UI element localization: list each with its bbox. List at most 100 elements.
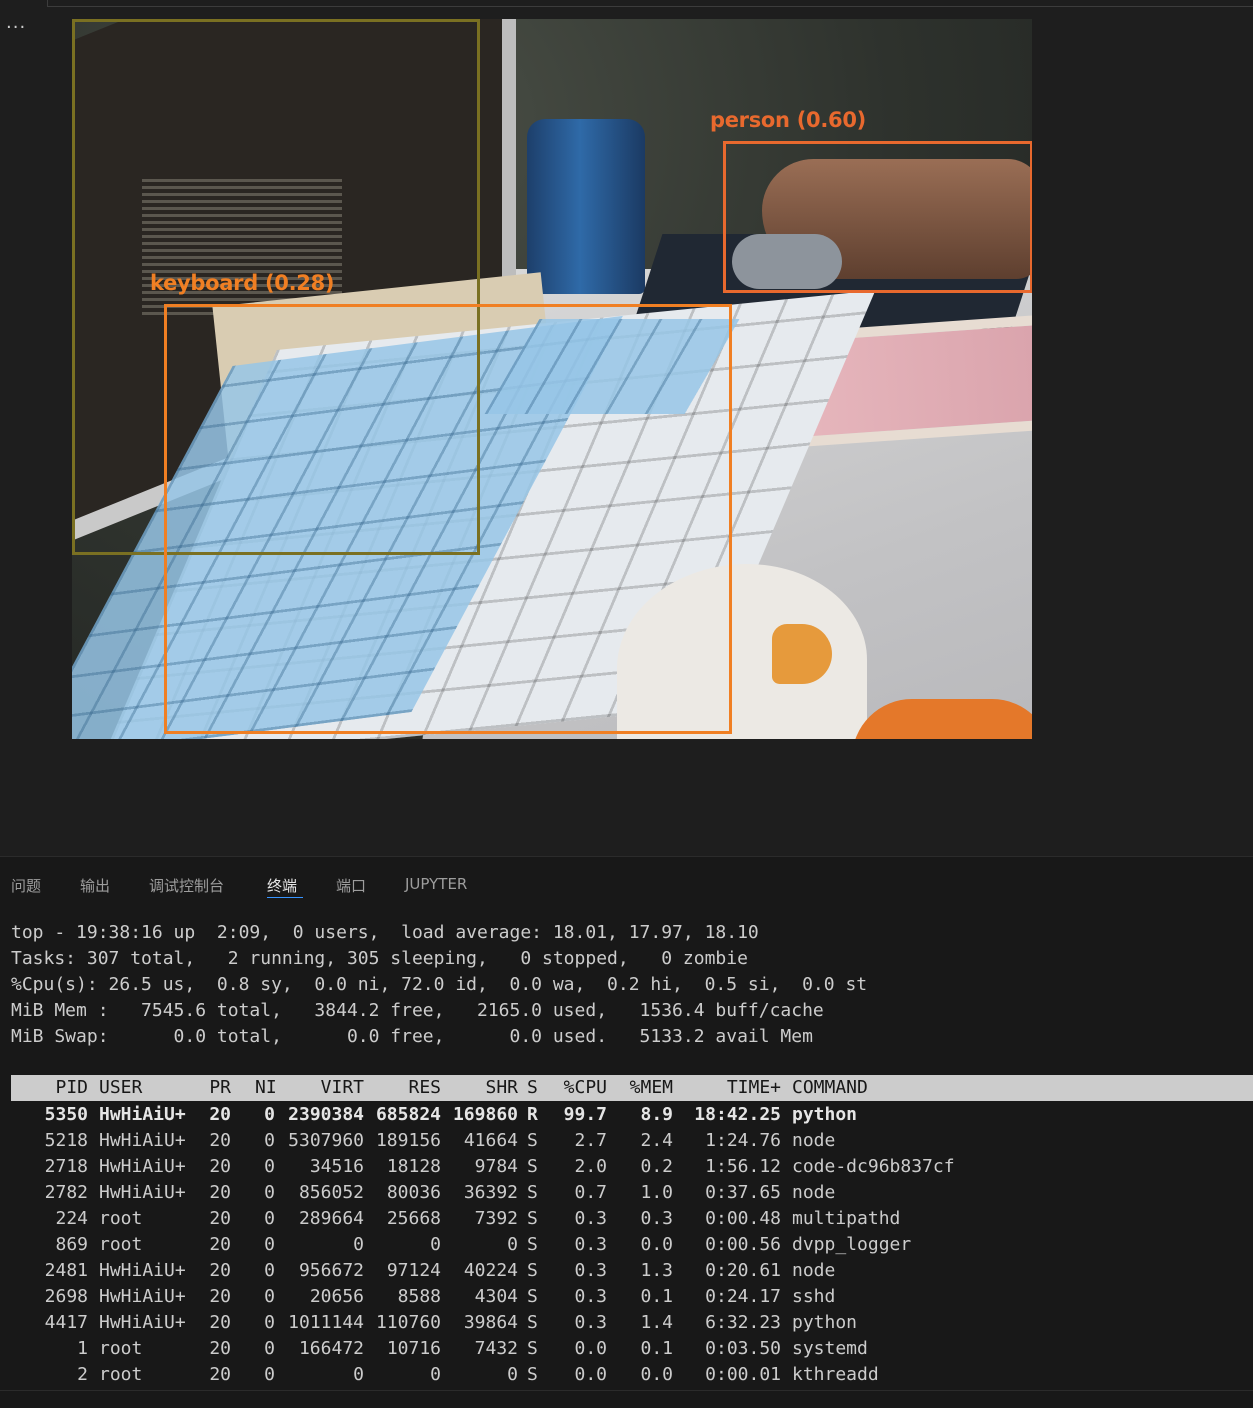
tab-debug-console[interactable]: 调试控制台	[149, 875, 224, 896]
process-row: 2718 HwHiAiU+ 20 0 34516 18128 9784 S 2.0 0.2 1:56…	[11, 1154, 1253, 1180]
bbox-label-person: person (0.60)	[710, 108, 866, 132]
col-time: 0:20.61	[705, 1260, 781, 1281]
col-state: S	[527, 1364, 538, 1385]
col-pr: 20	[209, 1208, 231, 1229]
col-command: python	[792, 1312, 858, 1333]
col-state: S	[527, 1260, 538, 1281]
col-mem: 0.2	[640, 1156, 673, 1177]
col-res: 685824	[375, 1104, 441, 1125]
col-time: 0:00.56	[705, 1234, 781, 1255]
tab-output[interactable]: 输出	[80, 875, 110, 896]
col-ni: 0	[264, 1286, 275, 1307]
col-virt: 5307960	[288, 1130, 364, 1151]
col-state: S	[527, 1338, 538, 1359]
more-horizontal-icon[interactable]: ···	[6, 18, 26, 38]
col-command: node	[792, 1260, 836, 1281]
col-state: S	[527, 1156, 538, 1177]
col-virt: 20656	[309, 1286, 364, 1307]
detection-output-image: keyboard (0.28) person (0.60)	[72, 19, 1032, 739]
col-ni: 0	[264, 1182, 275, 1203]
col-res: 80036	[386, 1182, 441, 1203]
col-command: multipathd	[792, 1208, 901, 1229]
header-col-command: COMMAND	[792, 1077, 868, 1098]
col-command: systemd	[792, 1338, 868, 1359]
col-command: kthreadd	[792, 1364, 879, 1385]
process-row: 2782 HwHiAiU+ 20 0 856052 80036 36392 S 0.7 1.0 0:…	[11, 1180, 1253, 1206]
col-pid: 2782	[44, 1182, 88, 1203]
process-row: 2698 HwHiAiU+ 20 0 20656 8588 4304 S 0.3 0.1 0:24.…	[11, 1284, 1253, 1310]
col-time: 0:00.01	[705, 1364, 781, 1385]
header-col-user: USER	[99, 1077, 143, 1098]
col-virt: 0	[353, 1234, 364, 1255]
process-table-header: PID USER PR NI VIRT RES SHR S %CPU %MEM TIME+ COMMA…	[11, 1075, 1253, 1101]
col-state: S	[527, 1130, 538, 1151]
col-pr: 20	[209, 1234, 231, 1255]
col-time: 18:42.25	[694, 1104, 781, 1125]
col-cpu: 0.0	[574, 1364, 607, 1385]
header-col-ni: NI	[255, 1077, 277, 1098]
col-pid: 2718	[44, 1156, 88, 1177]
col-pr: 20	[209, 1338, 231, 1359]
header-col-res: RES	[408, 1077, 441, 1098]
tab-problems[interactable]: 问题	[11, 875, 41, 896]
process-row: 5218 HwHiAiU+ 20 0 5307960 189156 41664 S 2.7 2.4…	[11, 1128, 1253, 1154]
col-pid: 2	[77, 1364, 88, 1385]
bbox-person	[723, 141, 1032, 293]
col-pid: 869	[55, 1234, 88, 1255]
col-cpu: 0.3	[574, 1208, 607, 1229]
col-res: 0	[430, 1364, 441, 1385]
col-pr: 20	[209, 1156, 231, 1177]
notebook-cell-border	[47, 0, 1253, 7]
col-state: S	[527, 1234, 538, 1255]
col-time: 1:56.12	[705, 1156, 781, 1177]
header-col-shr: SHR	[485, 1077, 518, 1098]
col-virt: 1011144	[288, 1312, 364, 1333]
col-mem: 1.3	[640, 1260, 673, 1281]
tab-jupyter[interactable]: JUPYTER	[405, 875, 467, 893]
top-summary-line: top - 19:38:16 up 2:09, 0 users, load av…	[11, 922, 759, 943]
col-virt: 166472	[298, 1338, 364, 1359]
col-time: 6:32.23	[705, 1312, 781, 1333]
terminal-bottom-border	[0, 1390, 1253, 1391]
col-shr: 39864	[463, 1312, 518, 1333]
col-ni: 0	[264, 1364, 275, 1385]
col-cpu: 0.3	[574, 1312, 607, 1333]
tab-terminal[interactable]: 终端	[267, 875, 297, 896]
tab-ports[interactable]: 端口	[336, 875, 366, 896]
col-pid: 4417	[44, 1312, 88, 1333]
col-time: 0:00.48	[705, 1208, 781, 1229]
col-pid: 224	[55, 1208, 88, 1229]
col-mem: 1.0	[640, 1182, 673, 1203]
col-cpu: 2.7	[574, 1130, 607, 1151]
col-time: 1:24.76	[705, 1130, 781, 1151]
col-cpu: 2.0	[574, 1156, 607, 1177]
col-res: 8588	[397, 1286, 441, 1307]
col-virt: 2390384	[288, 1104, 364, 1125]
col-mem: 2.4	[640, 1130, 673, 1151]
col-virt: 856052	[298, 1182, 364, 1203]
top-swap-line: MiB Swap: 0.0 total, 0.0 free, 0.0 used.…	[11, 1026, 813, 1047]
col-shr: 9784	[474, 1156, 518, 1177]
col-virt: 956672	[298, 1260, 364, 1281]
col-pid: 5350	[44, 1104, 88, 1125]
col-pr: 20	[209, 1312, 231, 1333]
col-virt: 289664	[298, 1208, 364, 1229]
col-cpu: 0.3	[574, 1260, 607, 1281]
col-ni: 0	[264, 1260, 275, 1281]
col-command: code-dc96b837cf	[792, 1156, 955, 1177]
col-cpu: 0.3	[574, 1234, 607, 1255]
col-shr: 7432	[474, 1338, 518, 1359]
process-row: 5350 HwHiAiU+ 20 0 2390384 685824 169860 R 99.7 8…	[11, 1102, 1253, 1128]
col-pid: 2481	[44, 1260, 88, 1281]
process-row: 2 root 20 0 0 0 0 S 0.0 0.0 0:00.01 kthreadd	[11, 1362, 1253, 1388]
col-user: HwHiAiU+	[99, 1130, 186, 1151]
col-mem: 0.1	[640, 1286, 673, 1307]
col-state: S	[527, 1208, 538, 1229]
col-res: 18128	[386, 1156, 441, 1177]
col-virt: 34516	[309, 1156, 364, 1177]
bottle	[527, 119, 645, 294]
col-shr: 169860	[452, 1104, 518, 1125]
col-time: 0:03.50	[705, 1338, 781, 1359]
col-ni: 0	[264, 1338, 275, 1359]
active-tab-indicator	[267, 897, 303, 898]
